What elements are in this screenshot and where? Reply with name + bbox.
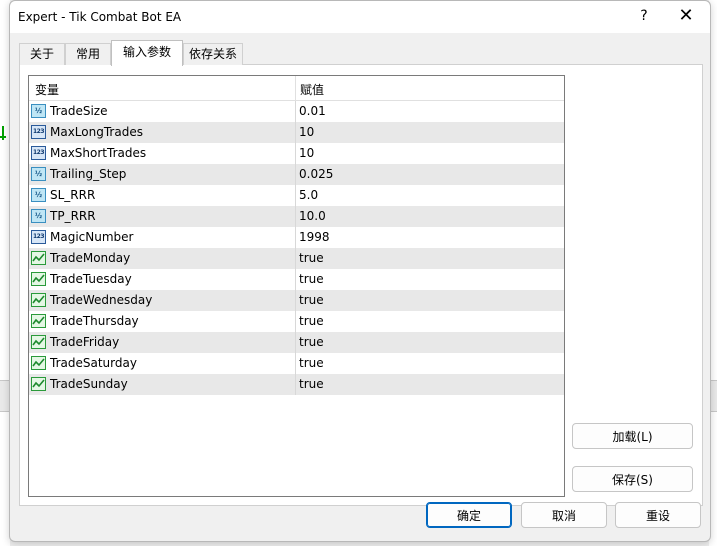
help-icon[interactable]: ? [634,6,654,26]
parameter-value[interactable]: true [299,314,324,328]
table-row[interactable]: 123 MaxLongTrades 10 [29,122,564,143]
load-button[interactable]: 加载(L) [572,423,693,449]
tab-common[interactable]: 常用 [65,43,111,65]
grid-rows: ½ TradeSize 0.01 123 MaxLongTrades 10 123 MaxSh… [29,101,564,395]
parameter-value[interactable]: 1998 [299,230,330,244]
parameter-name: MagicNumber [50,230,134,244]
parameter-name: TradeTuesday [50,272,132,286]
parameter-name: TradeWednesday [50,293,153,307]
table-row[interactable]: 123 MagicNumber 1998 [29,227,564,248]
parameter-value[interactable]: 10 [299,146,314,160]
bool-icon [31,335,46,349]
parameter-value[interactable]: true [299,251,324,265]
save-button[interactable]: 保存(S) [572,466,693,492]
cell-divider [295,206,296,227]
parameter-name: Trailing_Step [50,167,127,181]
cell-divider [295,122,296,143]
chart-marker-tick [0,136,6,138]
int-icon: 123 [31,146,46,160]
cell-divider [295,164,296,185]
cell-divider [295,101,296,122]
parameter-value[interactable]: 0.01 [299,104,326,118]
parameter-value[interactable]: 5.0 [299,188,318,202]
parameter-value[interactable]: true [299,335,324,349]
cell-divider [295,332,296,353]
table-row[interactable]: TradeTuesday true [29,269,564,290]
parameter-name: TradeSaturday [50,356,137,370]
bool-icon [31,251,46,265]
bool-icon [31,272,46,286]
cell-divider [295,227,296,248]
table-row[interactable]: ½ TP_RRR 10.0 [29,206,564,227]
parameter-name: MaxLongTrades [50,125,143,139]
close-icon[interactable]: ✕ [676,6,696,26]
table-row[interactable]: TradeSaturday true [29,353,564,374]
cell-divider [295,248,296,269]
tab-dependencies[interactable]: 依存关系 [183,43,243,65]
parameter-value[interactable]: true [299,377,324,391]
int-icon: 123 [31,230,46,244]
grid-header: 变量 赋值 [29,76,564,101]
cell-divider [295,374,296,395]
table-row[interactable]: TradeFriday true [29,332,564,353]
parameter-name: MaxShortTrades [50,146,147,160]
column-divider[interactable] [295,76,296,100]
int-icon: 123 [31,125,46,139]
tab-about[interactable]: 关于 [19,43,65,65]
table-row[interactable]: TradeMonday true [29,248,564,269]
parameter-name: TradeMonday [50,251,131,265]
column-header-variable[interactable]: 变量 [35,81,59,98]
double-icon: ½ [31,104,46,118]
bool-icon [31,314,46,328]
table-row[interactable]: ½ Trailing_Step 0.025 [29,164,564,185]
table-row[interactable]: ½ TradeSize 0.01 [29,101,564,122]
cell-divider [295,143,296,164]
double-icon: ½ [31,188,46,202]
parameter-value[interactable]: true [299,272,324,286]
cell-divider [295,269,296,290]
double-icon: ½ [31,167,46,181]
parameter-value[interactable]: 0.025 [299,167,333,181]
window-title: Expert - Tik Combat Bot EA [18,10,182,24]
table-row[interactable]: 123 MaxShortTrades 10 [29,143,564,164]
table-row[interactable]: TradeSunday true [29,374,564,395]
title-bar[interactable]: Expert - Tik Combat Bot EA ? ✕ [10,1,710,33]
cell-divider [295,353,296,374]
parameter-value[interactable]: true [299,356,324,370]
bool-icon [31,293,46,307]
table-row[interactable]: ½ SL_RRR 5.0 [29,185,564,206]
tab-inputs[interactable]: 输入参数 [111,40,183,66]
cell-divider [295,185,296,206]
parameter-name: SL_RRR [50,188,96,202]
ok-button[interactable]: 确定 [426,502,512,528]
reset-button[interactable]: 重设 [615,502,701,528]
parameter-name: TradeSize [50,104,108,118]
table-row[interactable]: TradeThursday true [29,311,564,332]
input-parameters-grid[interactable]: 变量 赋值 ½ TradeSize 0.01 123 MaxLongTrades 10 12… [28,75,565,497]
parameter-value[interactable]: 10 [299,125,314,139]
bool-icon [31,377,46,391]
column-header-value[interactable]: 赋值 [300,81,324,98]
cell-divider [295,311,296,332]
bool-icon [31,356,46,370]
parameter-name: TP_RRR [50,209,96,223]
double-icon: ½ [31,209,46,223]
cell-divider [295,290,296,311]
table-row[interactable]: TradeWednesday true [29,290,564,311]
parameter-name: TradeFriday [50,335,120,349]
parameter-name: TradeThursday [50,314,139,328]
expert-properties-dialog: Expert - Tik Combat Bot EA ? ✕ 关于 常用 输入参… [9,0,711,542]
parameter-name: TradeSunday [50,377,128,391]
cancel-button[interactable]: 取消 [521,502,607,528]
parameter-value[interactable]: 10.0 [299,209,326,223]
parameter-value[interactable]: true [299,293,324,307]
